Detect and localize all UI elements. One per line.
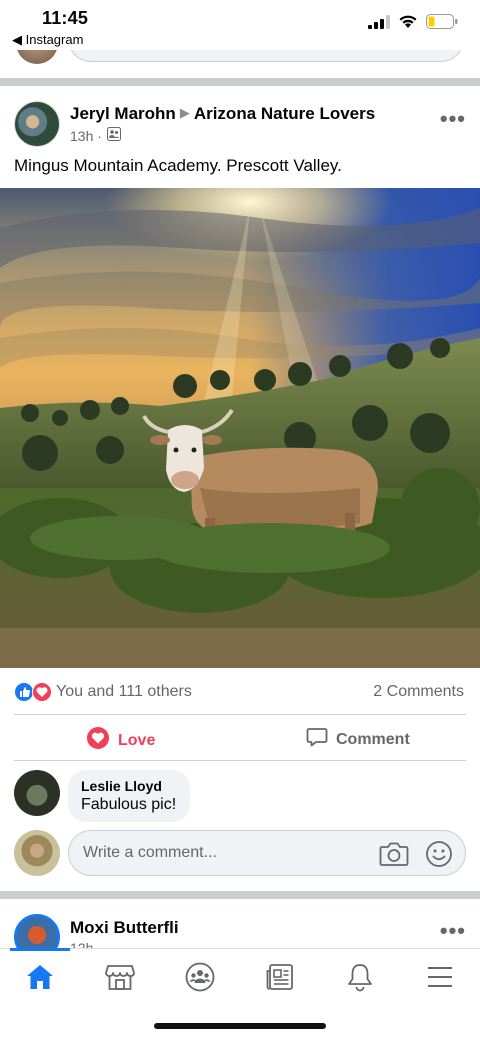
home-icon[interactable]	[10, 957, 70, 997]
comments-count[interactable]: 2 Comments	[373, 683, 464, 701]
divider	[14, 714, 466, 715]
action-row: Love Comment	[0, 716, 480, 760]
active-tab-indicator	[10, 948, 70, 951]
write-comment-placeholder: Write a comment...	[83, 844, 217, 861]
post-timestamp[interactable]: 13h ·	[70, 128, 102, 144]
reaction-icons	[14, 682, 52, 707]
comment-author[interactable]: Leslie Lloyd	[81, 778, 176, 794]
author-line: Jeryl Marohn ▶ Arizona Nature Lovers	[70, 104, 375, 124]
comment-icon	[306, 726, 328, 753]
write-comment-input[interactable]: Write a comment...	[68, 830, 466, 876]
love-icon	[86, 726, 110, 755]
emoji-icon[interactable]	[425, 840, 453, 873]
reaction-text[interactable]: You and 111 others	[56, 683, 192, 701]
commenter-avatar[interactable]	[14, 770, 60, 816]
comment-bubble[interactable]: Leslie Lloyd Fabulous pic!	[68, 770, 191, 822]
notifications-icon[interactable]	[330, 957, 390, 997]
divider	[14, 760, 466, 761]
camera-icon[interactable]	[379, 840, 409, 873]
groups-icon[interactable]	[170, 957, 230, 997]
group-privacy-icon	[106, 127, 121, 144]
post-meta: 13h ·	[70, 127, 121, 144]
post-text: Mingus Mountain Academy. Prescott Valley…	[14, 156, 342, 175]
back-to-instagram-link[interactable]: ◀ Instagram	[12, 32, 83, 48]
author-avatar[interactable]	[14, 101, 60, 147]
post-header: Jeryl Marohn ▶ Arizona Nature Lovers 13h ·…	[0, 92, 480, 156]
comment-label: Comment	[336, 730, 410, 748]
signal-icon	[368, 14, 390, 34]
status-time: 11:45	[42, 8, 89, 28]
more-options-icon[interactable]: •••	[440, 106, 466, 132]
post-divider	[0, 891, 480, 899]
reaction-summary[interactable]: You and 111 others 2 Comments	[0, 680, 480, 704]
next-more-options-icon[interactable]: •••	[440, 918, 466, 944]
comment-text: Fabulous pic!	[81, 796, 177, 813]
like-reaction-icon	[14, 682, 34, 707]
marketplace-icon[interactable]	[90, 957, 150, 997]
current-user-avatar	[14, 830, 60, 876]
next-author-avatar[interactable]	[14, 914, 60, 948]
post-photo[interactable]	[0, 188, 480, 668]
menu-icon[interactable]	[410, 957, 470, 997]
cow-landscape-image	[0, 188, 480, 668]
comment-button[interactable]: Comment	[306, 726, 410, 753]
next-post-header: Moxi Butterfli 12h · •••	[0, 900, 480, 948]
love-reaction-icon	[32, 682, 52, 707]
news-icon[interactable]	[250, 957, 310, 997]
post-divider	[0, 78, 480, 86]
next-author-name[interactable]: Moxi Butterfli	[70, 918, 179, 938]
author-name[interactable]: Jeryl Marohn	[70, 104, 176, 123]
status-icons	[368, 14, 458, 34]
love-label: Love	[118, 731, 156, 749]
wifi-icon	[398, 14, 418, 34]
status-bar: 11:45 ◀ Instagram	[0, 0, 480, 50]
home-indicator[interactable]	[154, 1023, 326, 1029]
battery-icon	[426, 14, 458, 34]
arrow-right-icon: ▶	[179, 105, 190, 120]
love-button[interactable]: Love	[86, 726, 155, 755]
group-name[interactable]: Arizona Nature Lovers	[194, 104, 375, 123]
next-post-timestamp: 12h ·	[70, 940, 102, 948]
